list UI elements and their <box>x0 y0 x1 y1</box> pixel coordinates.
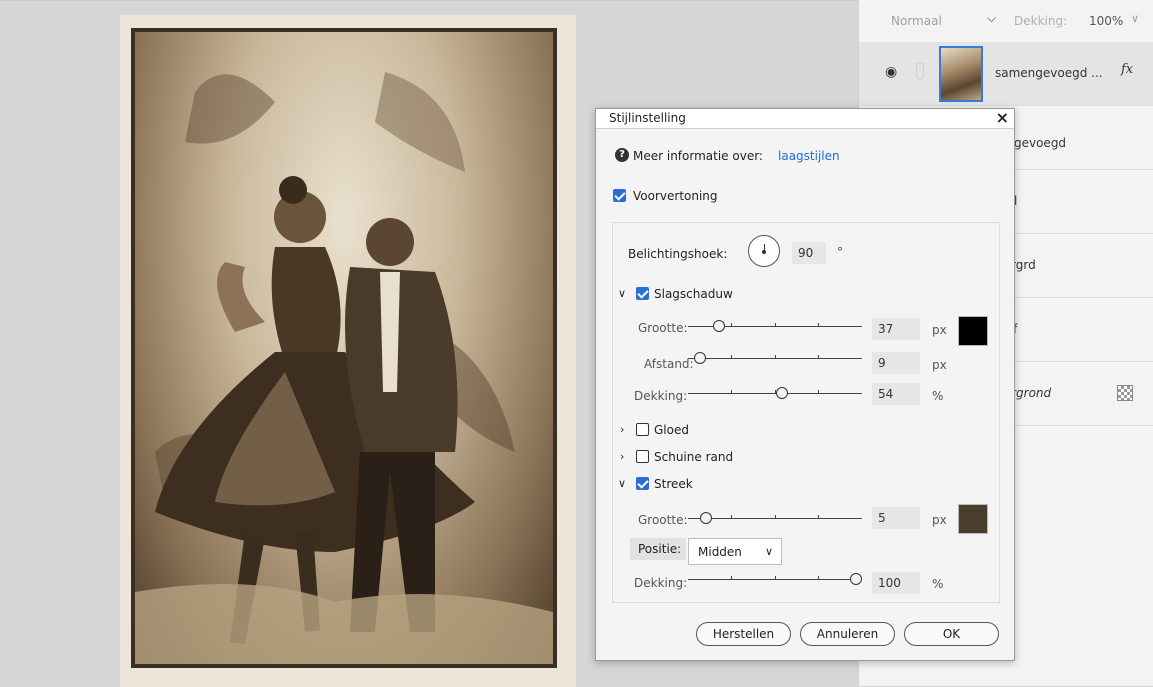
shadow-distance-slider[interactable] <box>688 352 862 366</box>
glow-checkbox[interactable] <box>636 423 649 436</box>
glow-label[interactable]: Gloed <box>654 423 689 437</box>
close-icon[interactable]: × <box>996 108 1009 127</box>
stroke-size-slider[interactable] <box>688 512 862 526</box>
shadow-color-swatch[interactable] <box>958 316 988 346</box>
help-link[interactable]: laagstijlen <box>778 149 840 163</box>
slider-knob[interactable] <box>850 573 862 585</box>
degree-unit: ° <box>837 245 843 259</box>
help-text: Meer informatie over: <box>633 149 763 163</box>
layer-row[interactable]: ◉ samengevoegd ... fx <box>859 42 1153 106</box>
percent-unit: % <box>932 577 944 591</box>
link-icon[interactable] <box>916 63 924 79</box>
position-select[interactable]: Midden ∨ <box>688 538 782 565</box>
stroke-size-input[interactable]: 5 <box>872 507 920 529</box>
chevron-right-icon[interactable]: › <box>620 423 624 436</box>
layer-style-dialog: Stijlinstelling × ? Meer informatie over… <box>595 108 1015 661</box>
shadow-opacity-slider[interactable] <box>688 387 862 401</box>
chevron-down-icon[interactable]: ∨ <box>618 477 626 490</box>
layer-thumbnail[interactable] <box>939 46 983 102</box>
chevron-right-icon[interactable]: › <box>620 450 624 463</box>
shadow-distance-label: Afstand: <box>644 357 694 371</box>
shadow-size-input[interactable]: 37 <box>872 318 920 340</box>
angle-dial[interactable] <box>748 235 780 267</box>
slider-knob[interactable] <box>700 512 712 524</box>
stroke-opacity-input[interactable]: 100 <box>872 572 920 594</box>
position-select-value: Midden <box>698 545 742 559</box>
chevron-down-icon: ∨ <box>764 545 773 558</box>
opacity-label: Dekking: <box>1014 14 1068 28</box>
layer-name[interactable]: samengevoegd ... <box>995 66 1103 80</box>
chevron-down-icon[interactable]: ∨ <box>618 287 626 300</box>
shadow-size-slider[interactable] <box>688 320 862 334</box>
preview-label[interactable]: Voorvertoning <box>633 189 718 203</box>
dancers-illustration <box>135 72 553 664</box>
px-unit: px <box>932 323 947 337</box>
angle-label: Belichtingshoek: <box>628 247 728 261</box>
artwork-image[interactable] <box>131 28 557 668</box>
shadow-distance-input[interactable]: 9 <box>872 352 920 374</box>
cancel-button[interactable]: Annuleren <box>800 622 895 646</box>
angle-input[interactable]: 90 <box>792 242 826 264</box>
dialog-title: Stijlinstelling <box>609 111 686 125</box>
chevron-down-icon[interactable]: ⌵ <box>987 11 996 26</box>
ok-button[interactable]: OK <box>904 622 999 646</box>
px-unit: px <box>932 358 947 372</box>
stroke-checkbox[interactable] <box>636 477 649 490</box>
stroke-color-swatch[interactable] <box>958 504 988 534</box>
dialog-titlebar[interactable]: Stijlinstelling × <box>596 108 1014 129</box>
stroke-label[interactable]: Streek <box>654 477 693 491</box>
percent-unit: % <box>932 389 944 403</box>
bevel-checkbox[interactable] <box>636 450 649 463</box>
drop-shadow-checkbox[interactable] <box>636 287 649 300</box>
stroke-size-label: Grootte: <box>638 513 688 527</box>
layers-header: Normaal ⌵ Dekking: 100% ∨ <box>859 0 1153 42</box>
blend-mode-select[interactable]: Normaal <box>891 14 942 28</box>
reset-button[interactable]: Herstellen <box>696 622 791 646</box>
help-icon: ? <box>615 148 629 162</box>
stroke-opacity-slider[interactable] <box>688 573 862 587</box>
slider-knob[interactable] <box>776 387 788 399</box>
eye-icon[interactable]: ◉ <box>885 64 897 80</box>
stroke-opacity-label: Dekking: <box>634 576 688 590</box>
position-label: Positie: <box>630 538 686 560</box>
shadow-opacity-label: Dekking: <box>634 389 688 403</box>
bevel-label[interactable]: Schuine rand <box>654 450 733 464</box>
lock-icon[interactable] <box>1117 385 1133 401</box>
preview-checkbox[interactable] <box>613 189 626 202</box>
px-unit: px <box>932 513 947 527</box>
shadow-opacity-input[interactable]: 54 <box>872 383 920 405</box>
chevron-down-icon[interactable]: ∨ <box>1131 12 1139 25</box>
opacity-value[interactable]: 100% <box>1089 14 1123 28</box>
slider-knob[interactable] <box>713 320 725 332</box>
slider-knob[interactable] <box>694 352 706 364</box>
shadow-size-label: Grootte: <box>638 321 688 335</box>
drop-shadow-label[interactable]: Slagschaduw <box>654 287 733 301</box>
fx-icon[interactable]: fx <box>1121 62 1133 77</box>
